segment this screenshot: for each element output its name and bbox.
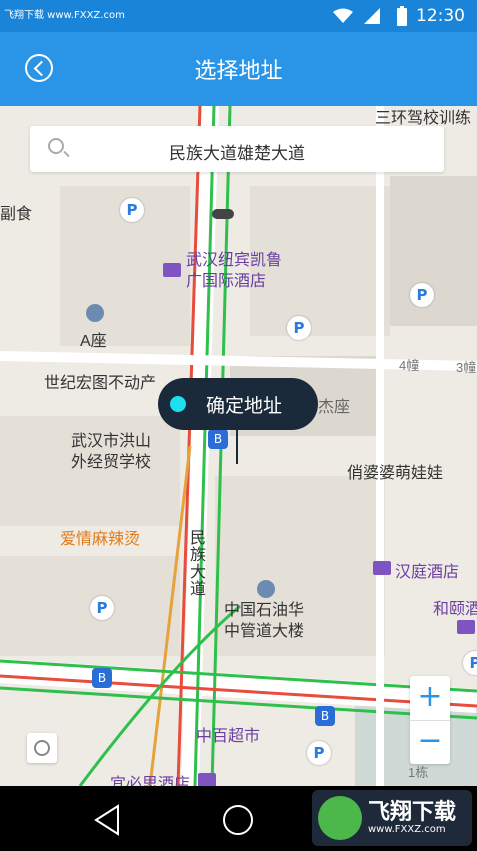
map-label: 中国石油华中管道大楼 bbox=[224, 602, 305, 640]
map-label: 爱情麻辣烫 bbox=[60, 531, 141, 548]
page-title: 选择地址 bbox=[194, 59, 283, 84]
hotel-icon bbox=[373, 561, 391, 575]
battery-icon bbox=[397, 6, 407, 26]
map-label: 民族大道 bbox=[190, 530, 207, 598]
confirm-address-label: 确定地址 bbox=[206, 395, 283, 417]
map-label: 三环驾校训练 bbox=[375, 110, 472, 127]
zoom-control: + − bbox=[410, 676, 450, 764]
logo-url: www.FXXZ.com bbox=[368, 824, 446, 835]
hotel-icon bbox=[198, 773, 216, 786]
search-bar[interactable]: 民族大道雄楚大道 bbox=[30, 126, 444, 172]
clock: 12:30 bbox=[416, 6, 465, 26]
traffic-light-icon bbox=[212, 209, 234, 219]
zoom-out-button[interactable]: − bbox=[410, 720, 450, 764]
locate-button[interactable] bbox=[27, 733, 57, 763]
brand-logo: 飞翔下载 www.FXXZ.com bbox=[312, 790, 472, 846]
map-label: 宜必思酒店 bbox=[110, 776, 191, 786]
map-pin bbox=[236, 430, 238, 464]
bus-stop-icon[interactable]: B bbox=[92, 668, 112, 688]
map-label: 武汉纽宾凯鲁广国际酒店 bbox=[186, 252, 283, 290]
building-icon bbox=[86, 304, 104, 322]
confirm-address-button[interactable]: 确定地址 bbox=[158, 378, 318, 430]
parking-icon[interactable]: P bbox=[287, 316, 311, 340]
map-label: 1栋 bbox=[408, 765, 429, 780]
watermark: 飞翔下载 www.FXXZ.com bbox=[4, 10, 125, 21]
bus-stop-icon[interactable]: B bbox=[208, 429, 228, 449]
map-label: 和颐酒 bbox=[433, 601, 477, 618]
logo-mark-icon bbox=[318, 796, 362, 840]
hotel-icon bbox=[457, 620, 475, 634]
nav-back-icon[interactable] bbox=[92, 804, 124, 836]
zoom-in-button[interactable]: + bbox=[410, 676, 450, 721]
signal-icon bbox=[364, 8, 380, 24]
logo-text: 飞翔下载 bbox=[368, 800, 457, 825]
app-header: 选择地址 bbox=[0, 32, 477, 106]
locate-icon bbox=[34, 740, 50, 756]
search-input[interactable]: 民族大道雄楚大道 bbox=[30, 139, 444, 164]
parking-icon[interactable]: P bbox=[307, 741, 331, 765]
parking-icon[interactable]: P bbox=[410, 283, 434, 307]
map-label: 世纪宏图不动产 bbox=[44, 375, 157, 392]
parking-icon[interactable]: P bbox=[120, 198, 144, 222]
status-bar: 飞翔下载 www.FXXZ.com 12:30 bbox=[0, 0, 477, 32]
map-label: 中百超市 bbox=[196, 728, 261, 745]
bus-stop-icon[interactable]: B bbox=[315, 706, 335, 726]
map-label: 汉庭酒店 bbox=[395, 564, 460, 581]
nav-home-icon[interactable] bbox=[222, 804, 254, 836]
hotel-icon bbox=[163, 263, 181, 277]
wifi-icon bbox=[333, 8, 353, 23]
map-label: A座 bbox=[80, 333, 107, 350]
map-label: 武汉市洪山外经贸学校 bbox=[71, 433, 152, 471]
building-icon bbox=[257, 580, 275, 598]
map-view[interactable]: 民族大道雄楚大道 三环驾校训练 副食 武汉纽宾凯鲁广国际酒店 A座 世纪宏图不动… bbox=[0, 106, 477, 786]
map-label: 杰座 bbox=[318, 399, 351, 416]
map-label: 4幢 bbox=[399, 358, 420, 373]
map-label: 俏婆婆萌娃娃 bbox=[347, 465, 444, 482]
parking-icon[interactable]: P bbox=[90, 596, 114, 620]
map-label: 3幢 bbox=[456, 360, 477, 375]
map-label: 副食 bbox=[0, 206, 33, 223]
location-dot-icon bbox=[170, 396, 186, 412]
